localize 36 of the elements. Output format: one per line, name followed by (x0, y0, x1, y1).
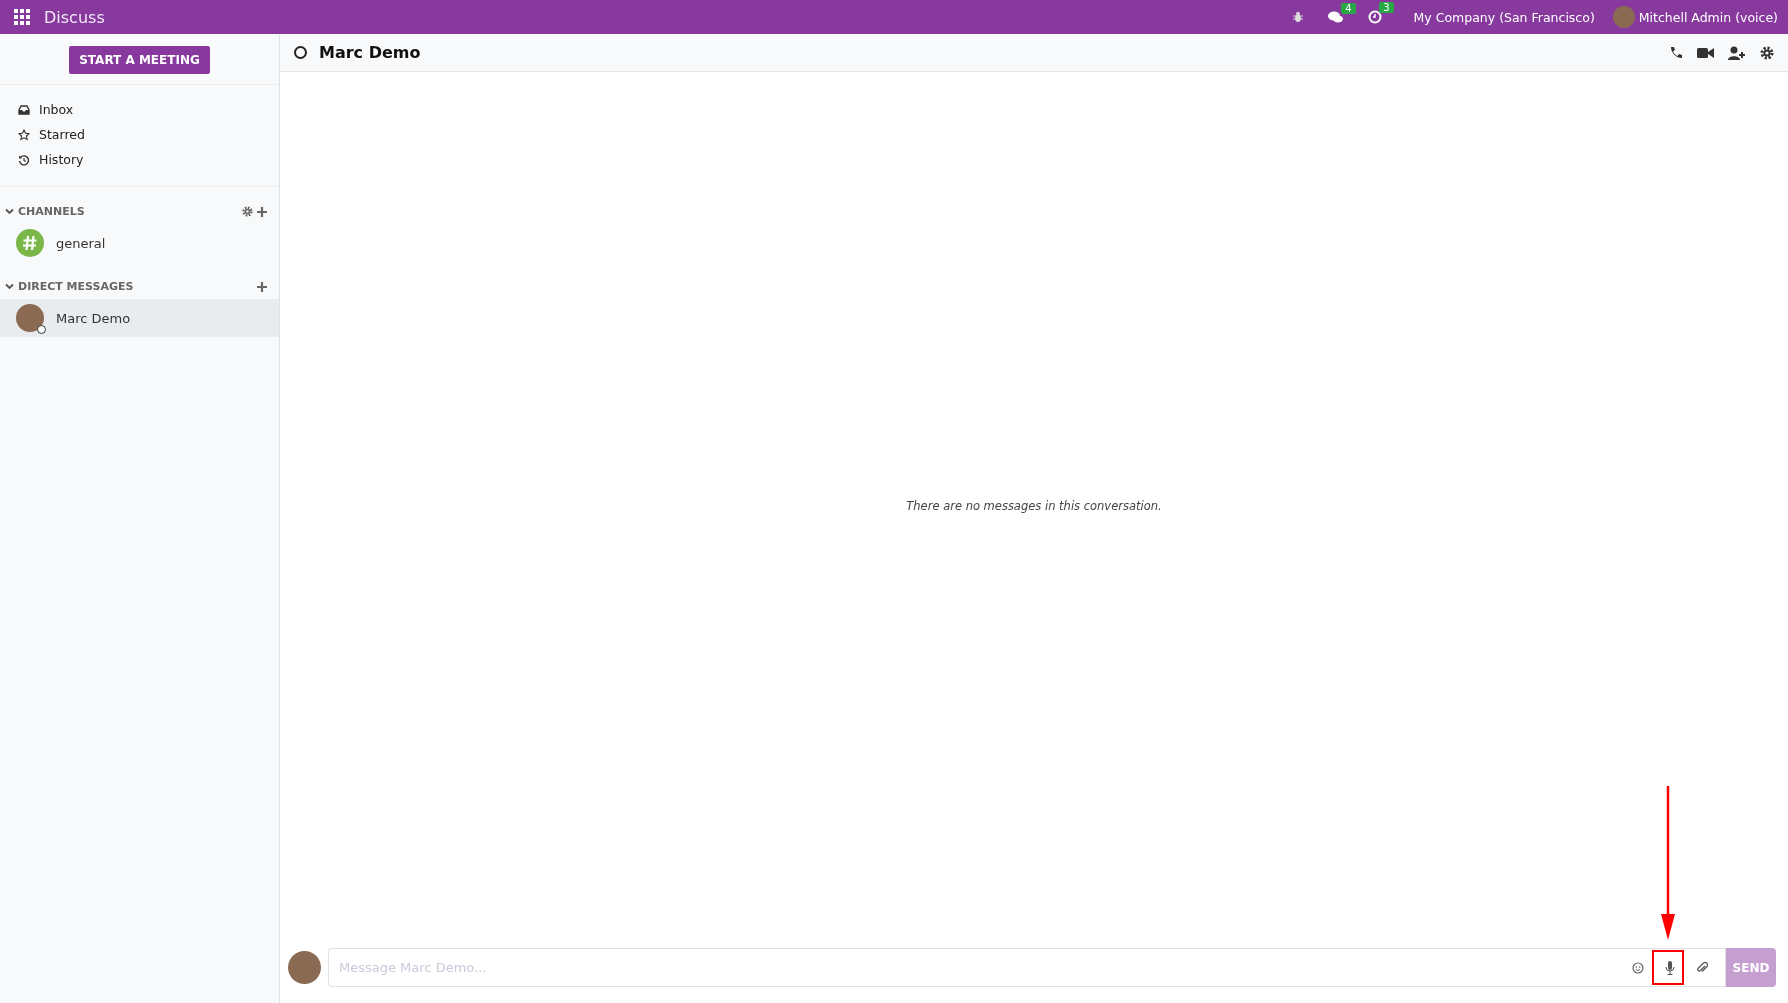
plus-icon[interactable] (257, 281, 267, 292)
plus-icon[interactable] (257, 206, 267, 217)
hashtag-avatar-icon (16, 229, 44, 257)
section-title[interactable]: CHANNELS (18, 205, 242, 218)
conversation-item[interactable]: general (0, 224, 279, 262)
empty-conversation-message: There are no messages in this conversation. (906, 499, 1162, 513)
section-title[interactable]: DIRECT MESSAGES (18, 280, 257, 293)
user-avatar (288, 951, 321, 984)
apps-menu-icon[interactable] (14, 9, 30, 25)
person-avatar (16, 304, 44, 332)
conversation-item[interactable]: Marc Demo (0, 299, 279, 337)
settings-icon[interactable] (1760, 45, 1774, 60)
conversation-title: Marc Demo (319, 43, 422, 62)
video-camera-icon[interactable] (1697, 46, 1714, 59)
bug-icon[interactable] (1291, 11, 1304, 23)
mailbox-item[interactable]: Inbox (0, 97, 279, 122)
mailbox-item[interactable]: Starred (0, 122, 279, 147)
activity-count-badge: 3 (1379, 2, 1394, 13)
chat-icon[interactable] (1327, 10, 1344, 24)
settings-icon[interactable] (242, 206, 253, 217)
status-circle-icon (37, 325, 46, 334)
mailbox-item[interactable]: History (0, 147, 279, 172)
user-menu[interactable]: Mitchell Admin (voice) (1638, 9, 1778, 25)
chevron-icon[interactable] (5, 283, 14, 290)
add-user-icon[interactable] (1728, 45, 1746, 60)
history-icon (18, 153, 30, 166)
phone-icon[interactable] (1669, 45, 1683, 60)
company-switcher[interactable]: My Company (San Francisco) (1413, 9, 1595, 25)
status-circle-icon (294, 46, 307, 59)
clock-icon[interactable] (1367, 10, 1382, 24)
star-icon (18, 128, 30, 141)
inbox-icon (18, 103, 30, 116)
message-count-badge: 4 (1341, 2, 1356, 14)
app-title: Discuss (44, 7, 105, 27)
chevron-icon[interactable] (5, 208, 14, 215)
start-meeting-button[interactable]: START A MEETING (69, 46, 210, 74)
